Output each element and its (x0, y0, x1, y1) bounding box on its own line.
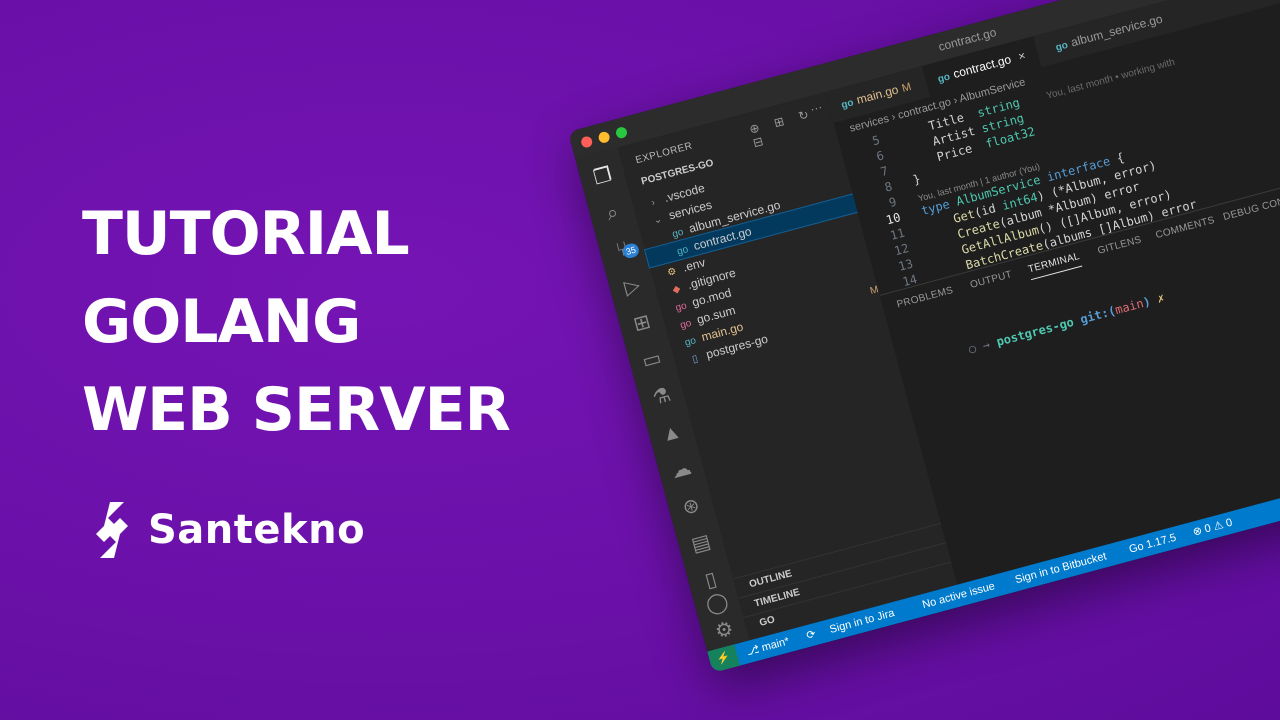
testing-icon[interactable]: ⚗ (647, 382, 676, 411)
brand: Santekno (88, 500, 365, 560)
docker-icon[interactable]: ☁ (667, 455, 696, 484)
extensions-icon[interactable]: ⊞ (627, 309, 656, 338)
terminal-dirty-mark: ✗ (1155, 290, 1167, 306)
maximize-window-button[interactable] (614, 125, 629, 140)
tab-comments[interactable]: COMMENTS (1154, 215, 1216, 241)
terminal-git-suffix: ) (1141, 294, 1153, 310)
sync-icon[interactable]: ⟳ (804, 623, 819, 647)
files-icon[interactable]: ❐ (588, 162, 617, 191)
terminal-git-prefix: git:( (1078, 303, 1118, 327)
binary-file-icon: ▯ (691, 353, 700, 366)
title-line-2: GOLANG (82, 287, 361, 357)
remote-explorer-icon[interactable]: ▭ (637, 345, 666, 374)
code-token: } (911, 171, 923, 188)
title-line-1: TUTORIAL (82, 199, 410, 269)
title-line-3: WEB SERVER (82, 375, 511, 445)
tab-terminal[interactable]: TERMINAL (1026, 251, 1083, 281)
gitlens-icon[interactable]: ⊛ (677, 492, 706, 521)
atlassian-icon[interactable]: ▲ (657, 419, 686, 448)
go-file-icon: go (936, 71, 952, 86)
close-tab-icon[interactable]: × (1017, 48, 1027, 63)
minimize-window-button[interactable] (597, 130, 611, 145)
santekno-logo-icon (96, 502, 128, 558)
terminal-dir: postgres-go (994, 314, 1076, 349)
database-icon[interactable]: ▤ (686, 529, 715, 558)
more-actions-icon[interactable]: ··· (809, 100, 824, 117)
tab-debug-console[interactable]: DEBUG CONSOLE (1222, 189, 1280, 223)
prompt-marker: ○ → (966, 337, 992, 357)
run-debug-icon[interactable]: ▷ (618, 272, 647, 301)
tab-problems[interactable]: PROBLEMS (896, 285, 955, 311)
go-file-icon: go (1054, 39, 1070, 54)
account-icon[interactable]: ◯ (702, 589, 731, 618)
tab-gitlens[interactable]: GITLENS (1097, 234, 1143, 256)
search-icon[interactable]: ⌕ (598, 199, 627, 228)
explorer-header: EXPLORER (634, 140, 694, 167)
terminal-branch: main (1113, 296, 1146, 318)
brand-name: Santekno (148, 507, 366, 553)
close-window-button[interactable] (579, 135, 594, 149)
gear-icon[interactable]: ⚙ (710, 616, 739, 645)
go-file-icon: go (840, 97, 855, 112)
tab-output[interactable]: OUTPUT (969, 269, 1013, 291)
tutorial-title: TUTORIAL GOLANG WEB SERVER (82, 190, 511, 454)
